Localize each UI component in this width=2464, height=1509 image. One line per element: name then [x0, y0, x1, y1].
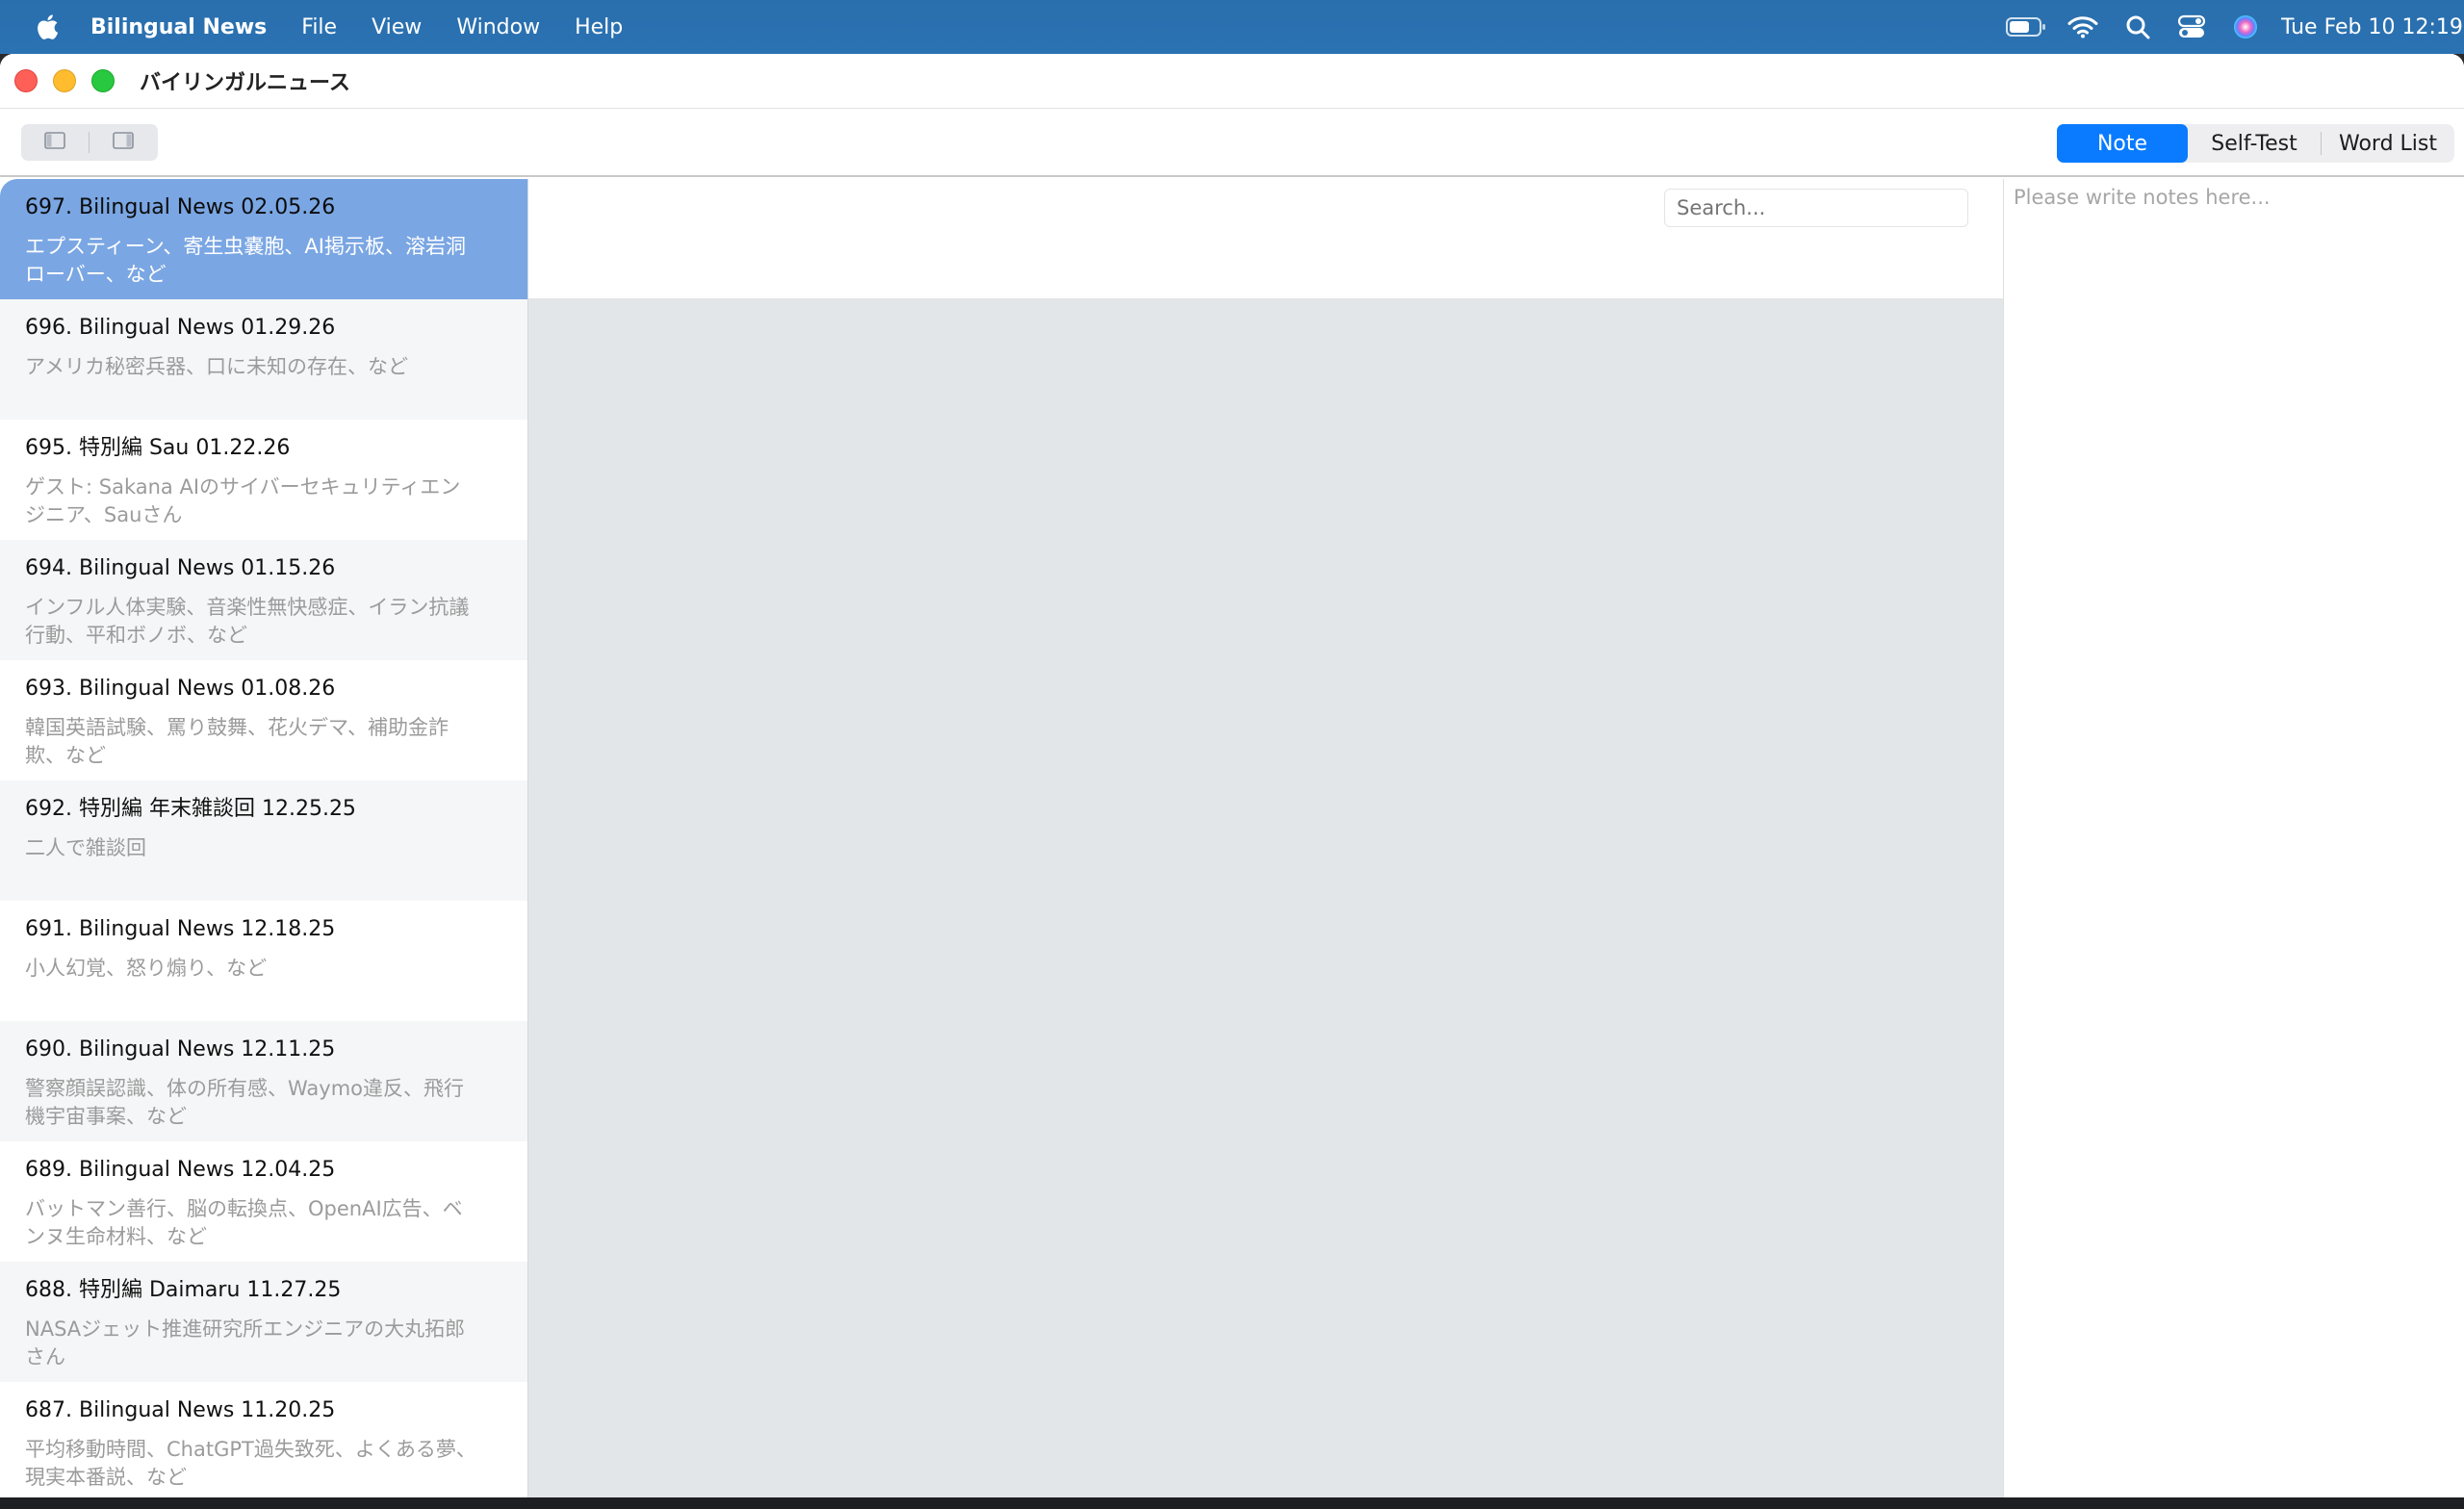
episode-title: 689. Bilingual News 12.04.25 [25, 1158, 336, 1182]
tab-word-list[interactable]: Word List [2322, 124, 2454, 163]
menubar-clock[interactable]: Tue Feb 10 12:19 [2281, 15, 2464, 39]
episode-list-item[interactable]: 690. Bilingual News 12.11.25 警察顔誤認識、体の所有… [0, 1021, 527, 1141]
episode-title: 696. Bilingual News 01.29.26 [25, 316, 336, 340]
menu-help[interactable]: Help [575, 15, 623, 39]
wifi-icon[interactable] [2064, 0, 2102, 54]
tab-self-test[interactable]: Self-Test [2188, 124, 2321, 163]
episode-title: 695. 特別編 Sau 01.22.26 [25, 436, 291, 460]
episode-title: 694. Bilingual News 01.15.26 [25, 556, 336, 580]
menu-file[interactable]: File [301, 15, 337, 39]
episode-list-item[interactable]: 696. Bilingual News 01.29.26 アメリカ秘密兵器、口に… [0, 299, 527, 420]
episode-list-item[interactable]: 691. Bilingual News 12.18.25 小人幻覚、怒り煽り、な… [0, 901, 527, 1021]
episode-list: 697. Bilingual News 02.05.26 エプスティーン、寄生虫… [0, 179, 527, 1497]
episode-subtitle: 小人幻覚、怒り煽り、など [25, 957, 268, 980]
title-bar: バイリンガルニュース [0, 54, 2464, 108]
episode-title: 692. 特別編 年末雑談回 12.25.25 [25, 797, 356, 821]
search-header: Search... [528, 179, 2003, 298]
episode-subtitle: 韓国英語試験、罵り鼓舞、花火デマ、補助金詐欺、など [25, 716, 449, 767]
window-title: バイリンガルニュース [140, 71, 350, 95]
episode-list-item[interactable]: 693. Bilingual News 01.08.26 韓国英語試験、罵り鼓舞… [0, 660, 527, 780]
episode-list-item[interactable]: 695. 特別編 Sau 01.22.26 ゲスト: Sakana AIのサイバ… [0, 420, 527, 540]
episode-list-item[interactable]: 692. 特別編 年末雑談回 12.25.25 二人で雑談回 [0, 780, 527, 901]
zoom-window-button[interactable] [91, 69, 115, 92]
episode-subtitle: 平均移動時間、ChatGPT過失致死、よくある夢、現実本番説、など [25, 1438, 476, 1489]
episode-subtitle: 警察顔誤認識、体の所有感、Waymo違反、飛行機宇宙事案、など [25, 1077, 465, 1128]
notes-textarea[interactable]: Please write notes here... [2014, 183, 2454, 212]
sidebar-toggle-group [21, 124, 158, 161]
control-center-icon[interactable] [2175, 0, 2208, 54]
episode-subtitle: 二人で雑談回 [25, 836, 146, 859]
window-bottom-edge [0, 1497, 2464, 1509]
menu-app-name[interactable]: Bilingual News [90, 15, 267, 39]
notes-panel[interactable]: Please write notes here... [2004, 179, 2464, 1497]
toggle-right-sidebar-button[interactable] [90, 124, 157, 161]
search-icon[interactable] [2121, 0, 2154, 54]
app-window: バイリンガルニュース Note Self-Test Word List 697.… [0, 54, 2464, 1497]
episode-list-item[interactable]: 688. 特別編 Daimaru 11.27.25 NASAジェット推進研究所エ… [0, 1262, 527, 1382]
episode-list-item[interactable]: 687. Bilingual News 11.20.25 平均移動時間、Chat… [0, 1382, 527, 1497]
episode-content-area: Search... [528, 179, 2003, 1497]
episode-title: 690. Bilingual News 12.11.25 [25, 1037, 336, 1061]
episode-title: 688. 特別編 Daimaru 11.27.25 [25, 1278, 342, 1302]
minimize-window-button[interactable] [53, 69, 76, 92]
menu-bar: Bilingual News File View Window Help Tue… [0, 0, 2464, 54]
episode-title: 693. Bilingual News 01.08.26 [25, 677, 336, 701]
battery-icon[interactable] [2004, 0, 2048, 54]
toolbar: Note Self-Test Word List [0, 108, 2464, 177]
episode-subtitle: NASAジェット推進研究所エンジニアの大丸拓郎さん [25, 1317, 466, 1368]
tab-note[interactable]: Note [2057, 124, 2188, 163]
menu-window[interactable]: Window [456, 15, 540, 39]
episode-subtitle: エプスティーン、寄生虫嚢胞、AI掲示板、溶岩洞ローバー、など [25, 235, 466, 286]
toggle-left-sidebar-button[interactable] [21, 124, 89, 161]
search-input[interactable]: Search... [1664, 189, 1968, 227]
episode-list-item[interactable]: 689. Bilingual News 12.04.25 バットマン善行、脳の転… [0, 1141, 527, 1262]
sidebar-left-icon [44, 132, 65, 153]
episode-list-item[interactable]: 697. Bilingual News 02.05.26 エプスティーン、寄生虫… [0, 179, 527, 299]
apple-logo-icon[interactable] [32, 13, 61, 41]
episode-subtitle: バットマン善行、脳の転換点、OpenAI広告、ベンヌ生命材料、など [25, 1197, 463, 1248]
siri-icon[interactable] [2231, 0, 2260, 54]
episode-subtitle: アメリカ秘密兵器、口に未知の存在、など [25, 355, 408, 378]
menu-view[interactable]: View [372, 15, 422, 39]
episode-title: 691. Bilingual News 12.18.25 [25, 917, 336, 941]
episode-title: 687. Bilingual News 11.20.25 [25, 1398, 336, 1422]
episode-subtitle: インフル人体実験、音楽性無快感症、イラン抗議行動、平和ボノボ、など [25, 596, 470, 647]
episode-list-item[interactable]: 694. Bilingual News 01.15.26 インフル人体実験、音楽… [0, 540, 527, 660]
episode-title: 697. Bilingual News 02.05.26 [25, 195, 336, 219]
sidebar-right-icon [113, 132, 134, 153]
close-window-button[interactable] [14, 69, 38, 92]
episode-subtitle: ゲスト: Sakana AIのサイバーセキュリティエンジニア、Sauさん [25, 475, 461, 526]
view-mode-segmented-control: Note Self-Test Word List [2057, 124, 2454, 163]
